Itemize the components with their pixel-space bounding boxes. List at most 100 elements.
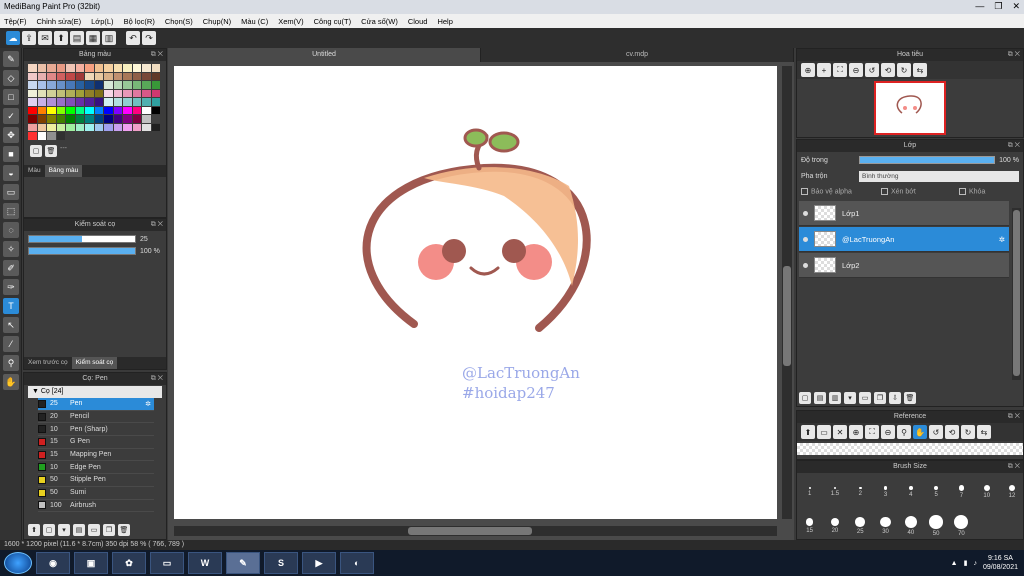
tab-document-cv[interactable]: cv.mdp [481,48,794,62]
color-swatch[interactable] [56,72,65,80]
redo-icon[interactable]: ↷ [142,31,156,45]
color-swatch[interactable] [104,81,113,89]
color-swatch[interactable] [142,98,151,106]
chrome-icon[interactable]: ◉ [36,552,70,574]
camtasia-icon[interactable]: ◐ [340,552,374,574]
color-swatch[interactable] [47,72,56,80]
color-swatch[interactable] [66,64,75,72]
color-swatch[interactable] [104,123,113,131]
color-swatch[interactable] [142,72,151,80]
color-swatch[interactable] [56,89,65,97]
rotate-right-icon[interactable]: ↻ [961,425,975,439]
color-swatch[interactable] [104,115,113,123]
color-swatch[interactable] [75,64,84,72]
close-icon[interactable]: ⧉ ✕ [1008,49,1020,61]
lock-checkbox[interactable] [959,188,966,196]
color-swatch[interactable] [56,115,65,123]
cloud-icon[interactable]: ☁ [6,31,20,45]
color-swatch[interactable] [123,106,132,114]
new-page-icon[interactable]: ▢ [30,144,42,157]
move-tool-icon[interactable]: ✥ [3,127,19,143]
rect-tool-icon[interactable]: □ [3,89,19,105]
copy-icon[interactable]: ❐ [103,524,115,536]
layers-scrollbar[interactable] [1012,208,1021,380]
color-swatch[interactable] [113,72,122,80]
color-swatch[interactable] [66,123,75,131]
layer-menu-icon[interactable]: ▾ [844,392,856,404]
text-tool-icon[interactable]: T [3,298,19,314]
fit-icon[interactable]: ⛶ [833,63,847,77]
color-swatch[interactable] [113,106,122,114]
brush-size-option[interactable]: 4 [898,475,923,509]
trash-icon[interactable]: 🗑 [45,144,57,157]
file-explorer-icon[interactable]: ▭ [150,552,184,574]
color-swatch[interactable] [47,81,56,89]
color-swatch[interactable] [132,115,141,123]
menu-item-9[interactable]: Cửa số(W) [361,17,398,26]
zoom-out-icon[interactable]: ⊖ [881,425,895,439]
brush-size-option[interactable]: 2 [848,475,873,509]
brush-opacity-slider[interactable] [28,247,136,255]
color-swatch[interactable] [85,64,94,72]
menu-item-1[interactable]: Chỉnh sửa(E) [37,17,82,26]
color-swatch[interactable] [104,98,113,106]
select-pen-icon[interactable]: ✐ [3,260,19,276]
brush-item[interactable]: 10 Pen (Sharp) [38,423,154,437]
trash-icon[interactable]: 🗑 [118,524,130,536]
color-swatch[interactable] [75,115,84,123]
color-swatch[interactable] [132,72,141,80]
trash-icon[interactable]: 🗑 [904,392,916,404]
eyedropper-icon[interactable]: ⚲ [897,425,911,439]
color-swatch[interactable] [47,64,56,72]
menu-item-4[interactable]: Chọn(S) [165,17,193,26]
color-swatch[interactable] [37,98,46,106]
color-swatch[interactable] [28,123,37,131]
brush-tool-icon[interactable]: ✎ [3,51,19,67]
color-swatch[interactable] [85,89,94,97]
brush-size-option[interactable]: 1 [797,475,822,509]
close-icon[interactable]: ⧉ ✕ [1008,411,1020,423]
brush-item[interactable]: 100 Airbrush [38,499,154,513]
color-swatch[interactable] [85,123,94,131]
tab-palette[interactable]: Bảng màu [44,164,83,177]
tab-brush-preview[interactable]: Xem trước cọ [24,357,72,369]
zoom-out-icon[interactable]: ⊖ [849,63,863,77]
color-swatch[interactable] [94,81,103,89]
color-swatch[interactable] [94,115,103,123]
menu-item-11[interactable]: Help [437,17,452,26]
gear-icon[interactable]: ✲ [145,400,151,408]
layout-icon[interactable]: ▥ [102,31,116,45]
color-swatch[interactable] [132,64,141,72]
color-swatch[interactable] [75,123,84,131]
bucket-tool-icon[interactable]: ◒ [3,165,19,181]
color-swatch[interactable] [28,115,37,123]
color-swatch[interactable] [132,98,141,106]
color-swatch[interactable] [47,89,56,97]
close-icon[interactable]: ⧉ ✕ [1008,461,1020,473]
protect-alpha-checkbox[interactable] [801,188,808,196]
layer-row[interactable]: Lớp1 [799,201,1009,226]
rotate-left-icon[interactable]: ↺ [865,63,879,77]
skype-icon[interactable]: S [264,552,298,574]
divide-tool-icon[interactable]: ⁄ [3,336,19,352]
color-swatch[interactable] [28,106,37,114]
flip-icon[interactable]: ⇆ [913,63,927,77]
upload-icon[interactable]: ⬆ [801,425,815,439]
clipping-checkbox[interactable] [881,188,888,196]
brush-size-option[interactable]: 10 [974,475,999,509]
brush-size-option[interactable]: 25 [848,509,873,543]
brush-size-option[interactable]: 30 [873,509,898,543]
color-swatch[interactable] [66,81,75,89]
color-swatch[interactable] [123,64,132,72]
brush-size-option[interactable]: 15 [797,509,822,543]
folder-icon[interactable]: ▭ [88,524,100,536]
color-swatch[interactable] [151,72,160,80]
color-swatch[interactable] [151,64,160,72]
eraser-tool-icon[interactable]: ◇ [3,70,19,86]
brush-size-option[interactable]: 7 [949,475,974,509]
brush-item[interactable]: 15 Mapping Pen [38,448,154,462]
color-swatch[interactable] [37,123,46,131]
brush-size-option[interactable]: 40 [898,509,923,543]
visibility-eye-icon[interactable] [803,262,808,268]
color-swatch[interactable] [37,81,46,89]
